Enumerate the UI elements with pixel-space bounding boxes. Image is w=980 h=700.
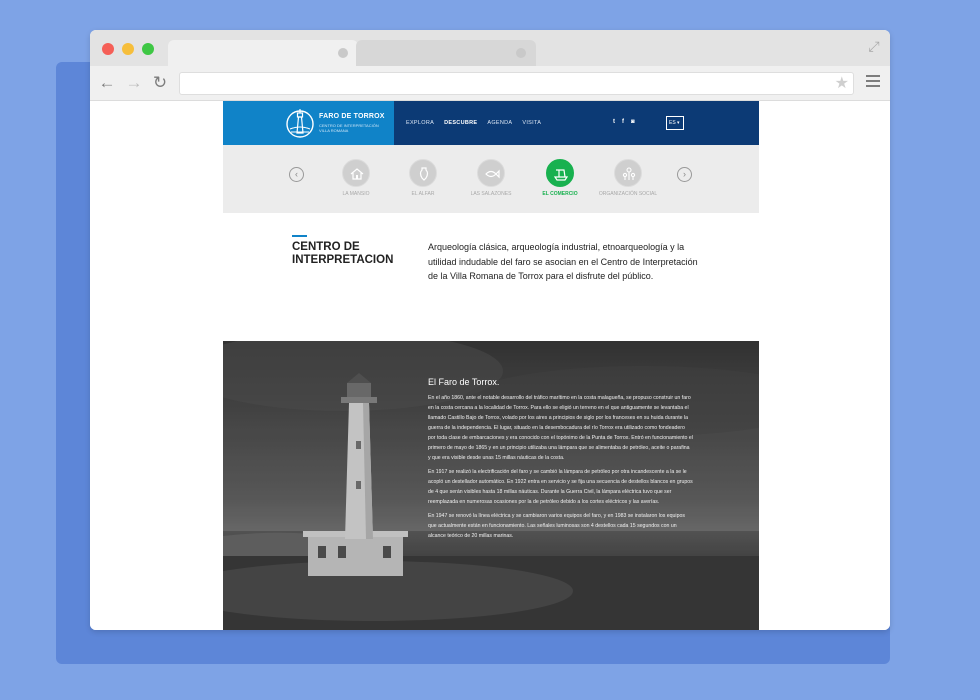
carousel-item-las-salazones[interactable]: LAS SALAZONES — [461, 159, 521, 197]
carousel-item-el-comercio[interactable]: EL COMERCIO — [530, 159, 590, 197]
main-navigation: EXPLORA DESCUBRE AGENDA VISITA — [406, 120, 541, 126]
website: FARO DE TORROX CENTRO DE INTERPRETACIÓN … — [223, 101, 759, 630]
faro-paragraph: En el año 1860, ante el notable desarrol… — [428, 395, 693, 461]
lighthouse-logo-icon — [286, 109, 314, 138]
nav-visita[interactable]: VISITA — [522, 120, 541, 126]
language-select[interactable]: ES ▾ — [666, 116, 684, 130]
intro-title: CENTRO DE INTERPRETACION — [292, 241, 394, 266]
tab-close-icon[interactable] — [338, 48, 348, 58]
carousel-prev-arrow-icon[interactable]: ‹ — [289, 167, 304, 182]
page-viewport: FARO DE TORROX CENTRO DE INTERPRETACIÓN … — [90, 101, 890, 630]
nav-agenda[interactable]: AGENDA — [487, 120, 512, 126]
title-accent-line — [292, 235, 307, 237]
carousel-item-la-mansio[interactable]: LA MANSIO — [326, 159, 386, 197]
maximize-window-button[interactable] — [142, 43, 154, 55]
browser-tab-inactive[interactable] — [356, 40, 536, 66]
intro-text: Arqueología clásica, arqueología industr… — [428, 242, 698, 281]
ship-icon — [546, 159, 574, 187]
instagram-icon[interactable]: ◙ — [631, 119, 635, 125]
title-bar: ⤢ — [90, 30, 890, 66]
browser-toolbar: ← → ↻ ★ — [90, 66, 890, 101]
site-header: FARO DE TORROX CENTRO DE INTERPRETACIÓN … — [223, 101, 759, 145]
nav-explora[interactable]: EXPLORA — [406, 120, 434, 126]
lighthouse-photo-section: El Faro de Torrox. En el año 1860, ante … — [223, 341, 759, 630]
faro-body: En el año 1860, ante el notable desarrol… — [428, 393, 693, 545]
back-arrow-icon[interactable]: ← — [96, 72, 118, 94]
minimize-window-button[interactable] — [122, 43, 134, 55]
carousel-item-label: LAS SALAZONES — [470, 191, 512, 197]
carousel-item-label: EL COMERCIO — [542, 191, 578, 197]
language-value: ES — [669, 120, 676, 126]
carousel-item-label: EL ALFAR — [411, 191, 435, 197]
close-window-button[interactable] — [102, 43, 114, 55]
logo[interactable]: FARO DE TORROX CENTRO DE INTERPRETACIÓN … — [223, 101, 394, 145]
faro-paragraph: En 1947 se renovó la línea eléctrica y s… — [428, 513, 685, 539]
amphora-icon — [409, 159, 437, 187]
facebook-icon[interactable]: f — [622, 119, 624, 125]
carousel-item-el-alfar[interactable]: EL ALFAR — [393, 159, 453, 197]
people-icon — [614, 159, 642, 187]
address-bar[interactable]: ★ — [179, 72, 854, 95]
carousel-item-label: LA MANSIO — [342, 191, 370, 197]
social-links: t f ◙ — [613, 119, 635, 125]
hamburger-menu-icon[interactable] — [866, 75, 880, 89]
faro-title: El Faro de Torrox. — [428, 377, 500, 387]
fullscreen-icon[interactable]: ⤢ — [866, 38, 882, 54]
carousel-item-label: ORGANIZACIÓN SOCIAL — [598, 191, 658, 197]
carousel-item-organizacion-social[interactable]: ORGANIZACIÓN SOCIAL — [598, 159, 658, 197]
section-carousel: ‹ LA MANSIO EL ALFAR LAS SALAZONES EL CO… — [223, 145, 759, 213]
logo-subtitle: CENTRO DE INTERPRETACIÓN VILLA ROMANA — [319, 123, 379, 133]
forward-arrow-icon[interactable]: → — [123, 72, 145, 94]
logo-title: FARO DE TORROX — [319, 113, 385, 120]
reload-icon[interactable]: ↻ — [149, 72, 171, 94]
browser-tab-active[interactable] — [168, 40, 358, 66]
villa-icon — [342, 159, 370, 187]
carousel-next-arrow-icon[interactable]: › — [677, 167, 692, 182]
bookmark-star-icon[interactable]: ★ — [835, 74, 849, 94]
intro-section: CENTRO DE INTERPRETACION Arqueología clá… — [223, 213, 759, 341]
faro-paragraph: En 1917 se realizó la electrificación de… — [428, 469, 693, 505]
tab-close-icon[interactable] — [516, 48, 526, 58]
fish-icon — [477, 159, 505, 187]
nav-descubre[interactable]: DESCUBRE — [444, 120, 477, 126]
browser-window: ⤢ ← → ↻ ★ FARO DE TORROX CENTRO DE INTER… — [90, 30, 890, 630]
twitter-icon[interactable]: t — [613, 119, 615, 125]
